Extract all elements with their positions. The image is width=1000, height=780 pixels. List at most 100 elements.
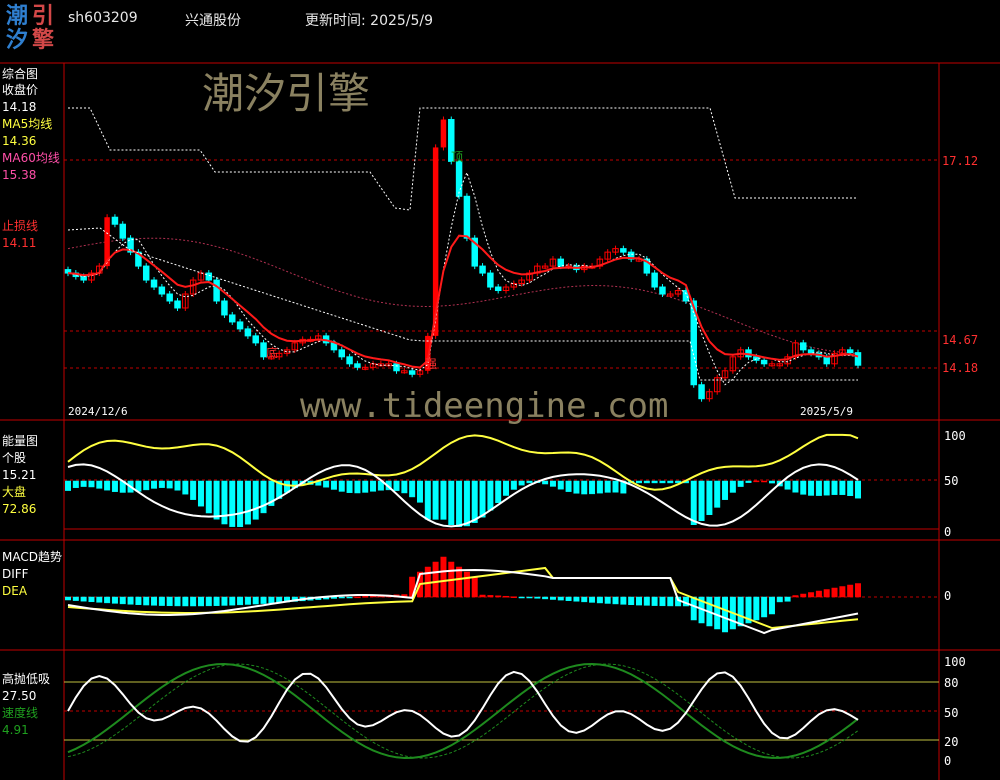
energy-ytick-50: 50	[944, 474, 959, 488]
macd-bar	[151, 596, 158, 606]
candle-body	[150, 279, 158, 288]
candle-body	[479, 265, 486, 274]
macd-bar	[518, 596, 525, 599]
energy-bar	[370, 480, 377, 492]
energy-bar	[244, 480, 251, 525]
energy-bar	[88, 480, 95, 488]
energy-bar	[651, 480, 658, 484]
hilo-ytick-0: 0	[944, 754, 952, 768]
macd-bar	[526, 596, 533, 599]
energy-bar	[479, 480, 486, 518]
energy-stock-line	[67, 463, 859, 528]
candle-body	[119, 223, 126, 239]
candle-body	[346, 356, 353, 365]
candle-body	[846, 349, 854, 354]
ma60-label: MA60均线	[2, 151, 60, 165]
energy-bar	[831, 480, 838, 495]
date-end: 2025/5/9	[800, 405, 853, 418]
annotation-bottom: 底	[266, 346, 279, 360]
macd-bar	[96, 596, 103, 603]
ytick-14-18: 14.18	[942, 361, 979, 375]
macd-bar	[510, 596, 517, 598]
ma60-value: 15.38	[2, 168, 37, 182]
energy-bar	[815, 480, 822, 496]
macd-ytick-0: 0	[944, 589, 952, 603]
macd-bar	[776, 596, 783, 603]
macd-bar	[581, 596, 588, 603]
energy-bar	[393, 480, 400, 491]
annotation-strong: 强	[425, 357, 438, 371]
energy-bar	[448, 480, 455, 526]
macd-bar	[166, 596, 173, 607]
macd-bar	[463, 571, 470, 598]
macd-bar	[143, 596, 150, 606]
energy-bar	[855, 480, 861, 499]
macd-bar	[268, 596, 275, 604]
energy-ytick-0: 0	[944, 525, 952, 539]
candle-body	[698, 384, 705, 400]
ma5-label: MA5均线	[2, 117, 53, 131]
macd-bar	[432, 561, 439, 598]
energy-bar	[659, 480, 666, 484]
energy-bar	[471, 480, 478, 523]
macd-bar	[135, 596, 142, 605]
macd-bar	[237, 596, 244, 606]
energy-market-label: 大盘	[2, 485, 27, 499]
energy-bar	[111, 480, 118, 492]
macd-bar	[690, 596, 697, 621]
hilo-ytick-50: 50	[944, 706, 959, 720]
ytick-14-67: 14.67	[942, 333, 979, 347]
energy-bar	[237, 480, 244, 527]
candle-body	[494, 286, 502, 292]
candle-body	[651, 272, 658, 288]
macd-bar	[111, 596, 118, 604]
hilo-speed-value: 4.91	[2, 723, 29, 737]
candle-body	[408, 370, 416, 375]
candle-body	[354, 363, 361, 368]
energy-bar	[722, 480, 729, 500]
candle-body	[213, 279, 220, 302]
stoploss-value: 14.11	[2, 236, 37, 250]
macd-bar	[229, 596, 236, 606]
candle-body	[229, 314, 236, 323]
close-label: 收盘价	[2, 83, 39, 97]
energy-bar	[354, 480, 361, 494]
energy-bar	[229, 480, 236, 527]
energy-bar	[573, 480, 580, 494]
macd-bar	[119, 596, 126, 605]
annotation-top: 顶	[451, 150, 464, 164]
energy-bar	[792, 480, 799, 493]
macd-bar	[213, 596, 220, 606]
macd-bar	[667, 596, 674, 607]
energy-bar	[596, 480, 603, 494]
macd-bar	[768, 596, 775, 615]
energy-bar	[847, 480, 854, 497]
candle-body	[487, 272, 494, 288]
macd-bar	[495, 595, 502, 598]
candle-body	[111, 216, 119, 225]
energy-bar	[612, 480, 619, 493]
macd-bar	[753, 596, 760, 621]
macd-bar	[604, 596, 611, 604]
energy-bar	[808, 480, 815, 496]
candle-body	[557, 258, 565, 267]
energy-bar	[260, 480, 267, 514]
energy-bar	[166, 480, 173, 489]
macd-bar	[612, 596, 619, 605]
energy-bar	[761, 480, 768, 483]
macd-diff-label: DIFF	[2, 567, 29, 581]
macd-bar	[573, 596, 580, 602]
macd-bar	[628, 596, 635, 606]
macd-bar	[65, 596, 71, 601]
energy-bar	[80, 480, 87, 487]
candle-body	[142, 265, 150, 281]
energy-bar	[424, 480, 431, 520]
macd-bar	[190, 596, 197, 607]
macd-bar	[205, 596, 212, 607]
energy-bar	[440, 480, 447, 520]
energy-bar	[151, 480, 158, 489]
energy-bar	[636, 480, 642, 484]
energy-bar	[839, 480, 846, 495]
energy-bar	[698, 480, 705, 522]
energy-bar	[401, 480, 408, 494]
